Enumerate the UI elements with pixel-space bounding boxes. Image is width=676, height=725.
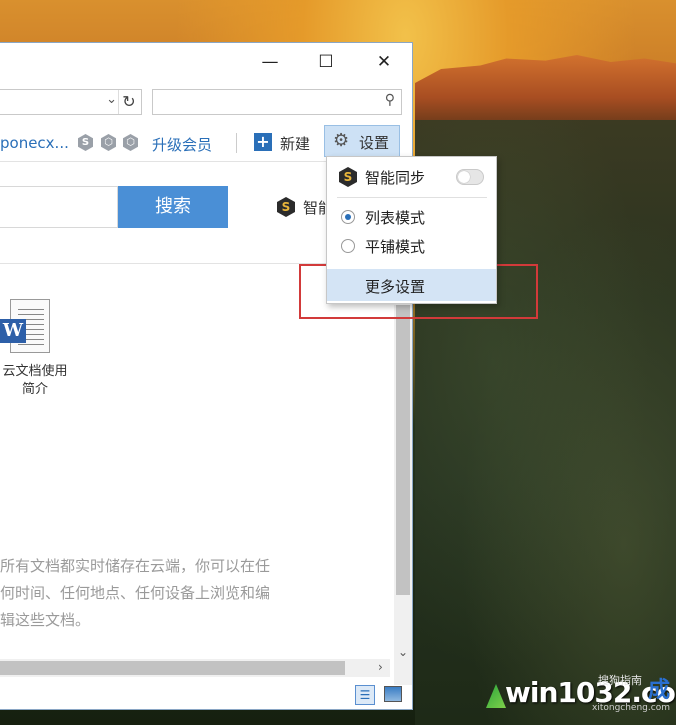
word-badge: W xyxy=(0,319,26,343)
info-text: 所有文档都实时储存在云端，你可以在任 何时间、任何地点、任何设备上浏览和编 辑这… xyxy=(0,553,320,634)
horizontal-scroll-thumb[interactable] xyxy=(0,661,345,675)
gear-icon: ⚙ xyxy=(333,130,350,151)
plus-icon: + xyxy=(254,133,272,151)
menu-item-smart-sync[interactable]: S 智能同步 xyxy=(327,163,496,191)
settings-menu: S 智能同步 列表模式 平铺模式 更多设置 xyxy=(326,156,497,304)
search-button[interactable]: 搜索 xyxy=(118,186,228,228)
status-bar: ☰ xyxy=(0,679,412,710)
coin-icon: S xyxy=(277,197,295,217)
menu-item-more-settings[interactable]: 更多设置 xyxy=(327,269,496,301)
sync-toggle[interactable] xyxy=(456,169,484,185)
radio-list-mode[interactable] xyxy=(341,210,355,224)
document-name-line1: 云文档使用 xyxy=(2,364,68,379)
tile-view-icon[interactable] xyxy=(384,686,402,702)
title-bar: — ☐ ✕ xyxy=(0,43,412,81)
info-line: 何时间、任何地点、任何设备上浏览和编 xyxy=(0,584,271,602)
document-name[interactable]: 云文档使用 简介 xyxy=(0,363,70,399)
search-icon[interactable]: ⚲ xyxy=(385,92,395,108)
badge-icon: ⬡ xyxy=(101,134,116,151)
upgrade-vip-link[interactable]: 升级会员 xyxy=(152,134,212,155)
info-line: 所有文档都实时储存在云端，你可以在任 xyxy=(0,557,271,575)
watermark-sub: 搜狗指南 xyxy=(598,674,642,687)
menu-divider xyxy=(337,197,487,198)
scroll-down-icon[interactable]: ⌄ xyxy=(398,645,408,659)
maximize-button[interactable]: ☐ xyxy=(314,51,338,73)
chevron-down-icon[interactable]: ⌄ xyxy=(106,92,117,107)
scroll-right-icon[interactable]: › xyxy=(378,660,383,674)
toolbar: ponecx... S ⬡ ⬡ 升级会员 + 新建 ⚙ 设置 xyxy=(0,125,412,159)
settings-label: 设置 xyxy=(359,134,390,152)
app-window: — ☐ ✕ ⌄ ↻ ⚲ ponecx... S ⬡ ⬡ 升级会员 + 新建 ⚙ … xyxy=(0,42,413,710)
coin-icon: S xyxy=(339,167,357,187)
horizontal-scrollbar[interactable]: › xyxy=(0,659,390,677)
new-label: 新建 xyxy=(280,135,311,153)
badge-icon: S xyxy=(78,134,93,151)
vertical-scroll-thumb[interactable] xyxy=(396,305,410,595)
more-settings-label: 更多设置 xyxy=(365,278,426,296)
info-line: 辑这些文档。 xyxy=(0,611,91,629)
smart-sync-label: 智能同步 xyxy=(365,169,426,187)
minimize-button[interactable]: — xyxy=(258,51,282,73)
address-bar[interactable]: ⌄ ↻ xyxy=(0,89,142,115)
close-button[interactable]: ✕ xyxy=(372,51,396,73)
settings-button[interactable]: ⚙ 设置 xyxy=(324,125,400,157)
main-search-input[interactable] xyxy=(0,186,118,228)
search-input[interactable]: ⚲ xyxy=(152,89,402,115)
watermark-char: 成 xyxy=(648,678,671,703)
tile-mode-label: 平铺模式 xyxy=(365,238,426,256)
user-name[interactable]: ponecx... xyxy=(0,134,69,152)
menu-item-tile-mode[interactable]: 平铺模式 xyxy=(327,232,496,260)
radio-tile-mode[interactable] xyxy=(341,239,355,253)
refresh-icon[interactable]: ↻ xyxy=(118,90,139,114)
toolbar-divider xyxy=(236,133,237,153)
document-name-line2: 简介 xyxy=(21,382,48,397)
vertical-scrollbar[interactable]: ⌄ xyxy=(394,305,412,685)
menu-item-list-mode[interactable]: 列表模式 xyxy=(327,203,496,231)
badge-icon: ⬡ xyxy=(123,134,138,151)
list-mode-label: 列表模式 xyxy=(365,209,426,227)
watermark-url: xitongcheng.com xyxy=(592,703,670,713)
list-view-icon[interactable]: ☰ xyxy=(355,685,375,705)
desktop-ridge xyxy=(415,55,676,125)
word-document-icon[interactable]: W xyxy=(0,297,52,355)
